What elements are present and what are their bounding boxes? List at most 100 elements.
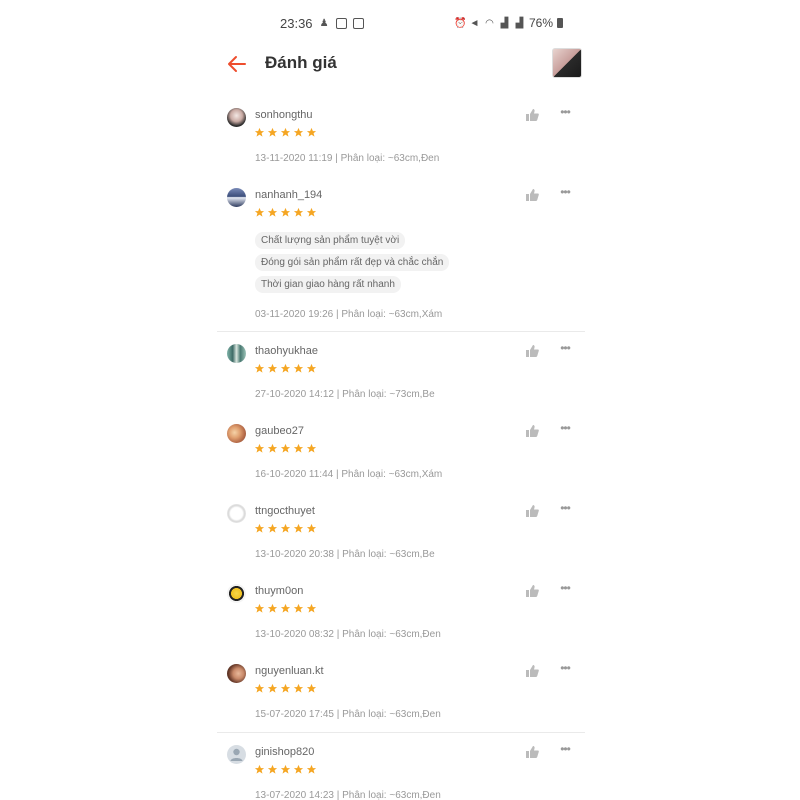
review-item: gaubeo27 ••• 16-10-2020 11:44 | Phân loạ…: [217, 412, 585, 492]
review-username[interactable]: gaubeo27: [255, 425, 304, 437]
star-icon: [254, 443, 265, 453]
notification-icon: ♟: [319, 18, 329, 29]
mute-icon: ◄: [469, 17, 480, 29]
more-options-icon[interactable]: •••: [557, 582, 573, 594]
review-tag: Thời gian giao hàng rất nhanh: [255, 276, 401, 293]
star-icon: [254, 127, 265, 137]
more-options-icon[interactable]: •••: [557, 106, 573, 118]
status-time: 23:36: [280, 16, 313, 31]
star-icon: [267, 127, 278, 137]
review-item: nanhanh_194 ••• Chất lượng sản phẩm tuyệ…: [217, 176, 585, 331]
status-bar: 23:36 ♟ ⏰ ◄ ◠ ▟ ▟ 76%: [217, 10, 585, 38]
back-arrow-icon[interactable]: [225, 52, 249, 76]
page-title: Đánh giá: [265, 53, 337, 72]
user-avatar[interactable]: [227, 664, 246, 683]
star-icon: [293, 603, 304, 613]
review-username[interactable]: ttngocthuyet: [255, 505, 315, 517]
like-icon[interactable]: [525, 584, 539, 597]
star-icon: [293, 207, 304, 217]
review-item: nguyenluan.kt ••• 15-07-2020 17:45 | Phâ…: [217, 652, 585, 732]
star-icon: [280, 207, 291, 217]
review-username[interactable]: sonhongthu: [255, 109, 313, 121]
star-icon: [254, 523, 265, 533]
checkbox-notification-icon: [335, 18, 347, 29]
more-options-icon[interactable]: •••: [557, 502, 573, 514]
review-item: sonhongthu ••• 13-11-2020 11:19 | Phân l…: [217, 96, 585, 176]
more-options-icon[interactable]: •••: [557, 186, 573, 198]
review-meta: 13-11-2020 11:19 | Phân loại: ~63cm,Đen: [255, 153, 440, 164]
more-options-icon[interactable]: •••: [557, 662, 573, 674]
like-icon[interactable]: [525, 108, 539, 121]
star-icon: [306, 207, 317, 217]
review-username[interactable]: nguyenluan.kt: [255, 665, 324, 677]
star-rating: [254, 764, 317, 775]
star-icon: [293, 764, 304, 774]
review-meta: 03-11-2020 19:26 | Phân loại: ~63cm,Xám: [255, 309, 443, 320]
star-icon: [293, 443, 304, 453]
review-meta: 15-07-2020 17:45 | Phân loại: ~63cm,Đen: [255, 709, 441, 720]
star-icon: [306, 127, 317, 137]
review-username[interactable]: nanhanh_194: [255, 189, 322, 201]
star-icon: [267, 764, 278, 774]
like-icon[interactable]: [525, 344, 539, 357]
battery-icon: [557, 18, 563, 28]
star-icon: [280, 363, 291, 373]
star-icon: [267, 603, 278, 613]
user-avatar[interactable]: [227, 504, 246, 523]
user-avatar[interactable]: [227, 344, 246, 363]
more-options-icon[interactable]: •••: [557, 342, 573, 354]
phone-screen: 23:36 ♟ ⏰ ◄ ◠ ▟ ▟ 76% Đánh giá sonhongth…: [217, 0, 585, 800]
star-icon: [306, 683, 317, 693]
star-icon: [267, 523, 278, 533]
user-avatar[interactable]: [227, 188, 246, 207]
review-username[interactable]: thaohyukhae: [255, 345, 318, 357]
like-icon[interactable]: [525, 504, 539, 517]
star-icon: [267, 683, 278, 693]
review-username[interactable]: thuym0on: [255, 585, 303, 597]
review-item: thuym0on ••• 13-10-2020 08:32 | Phân loạ…: [217, 572, 585, 652]
star-icon: [254, 363, 265, 373]
user-avatar[interactable]: [227, 424, 246, 443]
default-avatar-icon[interactable]: [227, 745, 246, 764]
star-icon: [293, 127, 304, 137]
product-thumbnail[interactable]: [552, 48, 582, 78]
like-icon[interactable]: [525, 664, 539, 677]
alarm-icon: ⏰: [453, 17, 467, 29]
star-icon: [280, 127, 291, 137]
app-header: Đánh giá: [217, 44, 585, 84]
star-icon: [267, 363, 278, 373]
review-item: thaohyukhae ••• 27-10-2020 14:12 | Phân …: [217, 332, 585, 412]
star-icon: [280, 603, 291, 613]
status-left: 23:36 ♟: [280, 16, 364, 31]
like-icon[interactable]: [525, 745, 539, 758]
star-icon: [280, 764, 291, 774]
star-icon: [280, 443, 291, 453]
wifi-icon: ◠: [485, 17, 494, 29]
star-icon: [254, 683, 265, 693]
star-icon: [254, 764, 265, 774]
star-icon: [280, 523, 291, 533]
more-options-icon[interactable]: •••: [557, 422, 573, 434]
star-rating: [254, 683, 317, 694]
review-meta: 16-10-2020 11:44 | Phân loại: ~63cm,Xám: [255, 469, 443, 480]
more-options-icon[interactable]: •••: [557, 743, 573, 755]
star-icon: [306, 443, 317, 453]
like-icon[interactable]: [525, 188, 539, 201]
review-item: ttngocthuyet ••• 13-10-2020 20:38 | Phân…: [217, 492, 585, 572]
star-icon: [306, 523, 317, 533]
review-username[interactable]: ginishop820: [255, 746, 314, 758]
star-icon: [293, 683, 304, 693]
review-tag: Chất lượng sản phẩm tuyệt vời: [255, 232, 406, 249]
battery-level: 76%: [528, 16, 553, 30]
signal-2-icon: ▟: [515, 17, 524, 29]
star-rating: [254, 363, 317, 374]
user-avatar[interactable]: [227, 108, 246, 127]
gallery-notification-icon: [352, 18, 364, 29]
user-avatar[interactable]: [227, 584, 246, 603]
star-icon: [306, 764, 317, 774]
like-icon[interactable]: [525, 424, 539, 437]
review-meta: 13-10-2020 08:32 | Phân loại: ~63cm,Đen: [255, 629, 441, 640]
review-meta: 13-10-2020 20:38 | Phân loại: ~63cm,Be: [255, 549, 435, 560]
star-icon: [306, 603, 317, 613]
review-tag: Đóng gói sản phẩm rất đẹp và chắc chắn: [255, 254, 450, 271]
